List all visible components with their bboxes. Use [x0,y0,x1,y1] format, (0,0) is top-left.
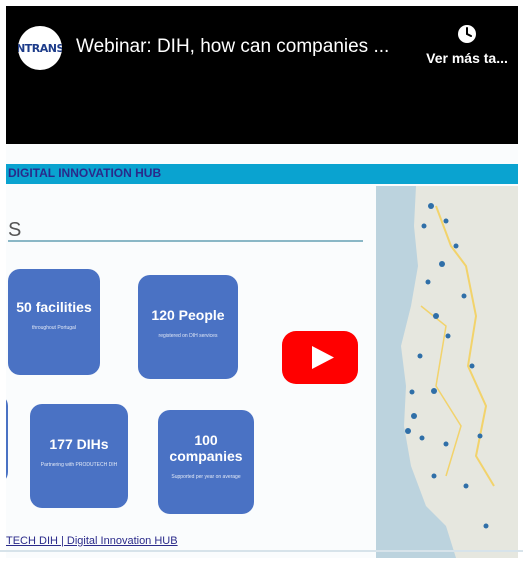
stat-card: 177 DIHs Partnering with PRODUTECH DIH [30,404,128,508]
slide-footer: TECH DIH | Digital Innovation HUB [6,535,178,547]
portugal-map [376,186,518,558]
slide-hub-label: DIGITAL INNOVATION HUB [8,166,162,180]
stat-card-title: 100 companies [169,432,243,464]
stat-card: 120 People registered on DIH services [138,275,238,379]
watch-later-label: Ver más ta... [426,50,508,66]
stat-card-title: 50 facilities [16,299,92,315]
bottom-divider [0,550,523,552]
channel-avatar[interactable]: NTRANS [18,26,62,70]
clock-icon [458,25,476,43]
player-top-bar: NTRANS Webinar: DIH, how can companies .… [6,6,518,144]
stat-card-title: 120 People [151,307,225,323]
video-player[interactable]: NTRANS Webinar: DIH, how can companies .… [6,6,518,558]
youtube-play-icon[interactable] [282,331,358,384]
stat-card-title: 177 DIHs [49,436,109,452]
stat-card-subtitle: Partnering with PRODUTECH DIH [40,462,118,468]
stat-card-subtitle: registered on DIH services [158,333,218,339]
map-graphic [376,186,518,558]
slide-divider [8,240,363,242]
channel-logo-text: NTRANS [18,41,62,55]
stat-card: 50 facilities throughout Portugal [8,269,100,375]
stat-card-partial [6,394,8,484]
slide-section-title: S [8,219,22,241]
stat-card-subtitle: throughout Portugal [32,325,76,331]
video-title[interactable]: Webinar: DIH, how can companies ... [76,36,406,58]
stat-card: 100 companies Supported per year on aver… [158,410,254,514]
watch-later-button[interactable]: Ver más ta... [422,24,512,66]
video-thumbnail[interactable]: DIGITAL INNOVATION HUB S 50 facilities t… [6,144,518,558]
stat-card-subtitle: Supported per year on average [171,474,241,480]
